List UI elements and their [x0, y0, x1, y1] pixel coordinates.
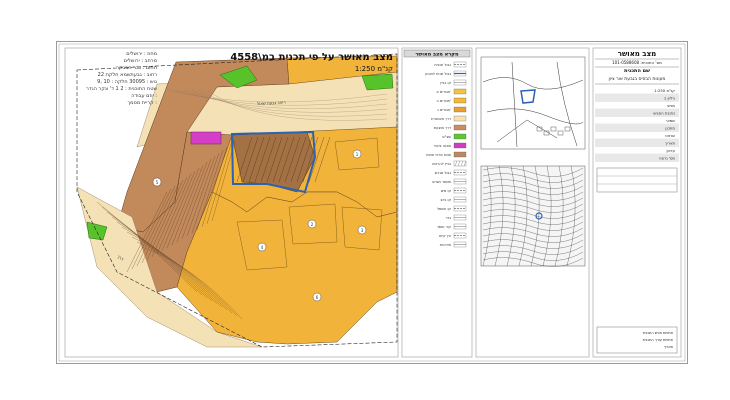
- plot-label: 3: [361, 228, 364, 233]
- plan-number: מס' התכנית: 101-0588608: [612, 60, 662, 65]
- main-title: מצב מאושר על פי תכנית במ\4558: [230, 52, 393, 63]
- legend-label: בניין להריסה: [432, 162, 451, 166]
- plot-label: 1: [356, 152, 359, 157]
- title-row-label: מגיש: [667, 103, 675, 108]
- title-row-label: תאריך: [665, 141, 676, 146]
- legend-label: עץ קיים: [439, 234, 451, 238]
- legend-swatch: [453, 133, 467, 140]
- plan-svg: 1 2 3 4 5 6 רחוב גבעת שאול דרך מצב מאושר…: [58, 43, 686, 362]
- legend-swatch: [453, 124, 467, 131]
- legend-label: דרך מוצעת: [434, 126, 451, 130]
- legend-frame: [401, 47, 473, 358]
- plan-name: מעונות הבסיס בגבעת אור ציון: [609, 77, 666, 82]
- location-maps-panel: [475, 47, 590, 358]
- legend-label: קו בניין: [440, 81, 451, 85]
- legend-swatch: [453, 97, 467, 104]
- left-info-line: שטח התוכנית : 2 1 ד' ונקר הגדר: [86, 86, 157, 92]
- main-map-panel: 1 2 3 4 5 6 רחוב גבעת שאול דרך מצב מאושר…: [64, 47, 399, 358]
- plot-label: 6: [316, 295, 319, 300]
- legend-label: מספר מגרש: [432, 180, 451, 184]
- zone-public-building: [190, 131, 222, 145]
- title-row-label: עדכון: [666, 148, 675, 153]
- left-info-line: רחוב : גבעתשמא חלקת 22: [98, 72, 158, 78]
- signature-line: תאריך: [664, 345, 673, 349]
- signature-line: חתימת מגיש התכנית: [643, 331, 673, 335]
- signature-line: חתימת עורך התכנית: [643, 338, 673, 342]
- legend-label: שטח פרטי פתוח: [426, 153, 451, 157]
- title-row-label: כתובת המגיש: [653, 111, 675, 116]
- left-info-line: מחוז : ירושלים: [126, 51, 157, 57]
- plot-label: 4: [261, 245, 264, 250]
- legend-label: שצ"פ: [442, 135, 451, 139]
- legend-label: דרך מאושרת: [431, 117, 451, 121]
- approval-box: [596, 167, 678, 193]
- left-info-line: יוזם עבודה :: [131, 93, 157, 99]
- legend-label: גדר: [446, 216, 452, 220]
- legend-swatch: [453, 88, 467, 95]
- legend-label: קו חשמל: [437, 207, 451, 211]
- legend-label: מגורים א': [436, 90, 451, 94]
- legend-swatch: [453, 106, 467, 113]
- legend-label: קו ביוב: [440, 198, 451, 202]
- title-row-label: שמאי: [666, 118, 675, 123]
- title-row-label: מס' גרסה: [659, 156, 675, 161]
- legend-label: מגורים ב': [437, 99, 451, 103]
- title-block: מצב מאושר מס' התכנית: 101-0588608 שם התכ…: [592, 47, 682, 358]
- left-info-line: גוש : 30095 חלקה : 10 ,9: [97, 79, 157, 85]
- legend-swatch: [453, 115, 467, 122]
- legend-label: גבול תכנית: [434, 63, 451, 67]
- title-block-header: מצב מאושר: [618, 50, 656, 58]
- title-row-label: גיליון 1: [664, 96, 676, 101]
- legend-label: קו מים: [441, 189, 452, 193]
- legend-label: מגורים ג': [437, 108, 451, 112]
- zone-green-right: [361, 73, 394, 91]
- sketch-map: [480, 56, 586, 150]
- plot-label: 5: [156, 180, 159, 185]
- scale-label: קנ"מ 1:250: [355, 65, 393, 73]
- legend-swatch: [453, 142, 467, 149]
- left-info-line: מרחב : ירושלים: [124, 58, 157, 64]
- plan-name-label: שם התכנית: [624, 68, 650, 74]
- map-sheet-screenshot: 1 2 3 4 5 6 רחוב גבעת שאול דרך מצב מאושר…: [0, 0, 730, 400]
- legend-label: גבול שטח לתכנון: [425, 72, 451, 76]
- legend-title: מקרא מצב מאושר: [415, 52, 459, 58]
- title-row-label: קנ"מ 1:250: [654, 88, 675, 93]
- title-row-label: שרטט: [665, 133, 675, 138]
- legend-panel: מקרא מצב מאושר גבול תכנית גבול שטח לתכנון…: [401, 47, 473, 358]
- legend-swatch: [453, 151, 467, 158]
- left-info-line: קריית מסמך :: [128, 100, 158, 106]
- legend-label: קיר תומך: [437, 225, 452, 229]
- plot-label: 2: [311, 222, 314, 227]
- legend-label: מדרגות: [440, 243, 452, 247]
- title-row-label: מתכנן: [665, 126, 675, 131]
- left-info-line: תחום : גבר חבבקר: [116, 65, 157, 71]
- legend-label: מבנה ציבור: [434, 144, 452, 148]
- plan-sheet: 1 2 3 4 5 6 רחוב גבעת שאול דרך מצב מאושר…: [56, 41, 688, 364]
- legend-label: גבול מגרש: [435, 171, 452, 175]
